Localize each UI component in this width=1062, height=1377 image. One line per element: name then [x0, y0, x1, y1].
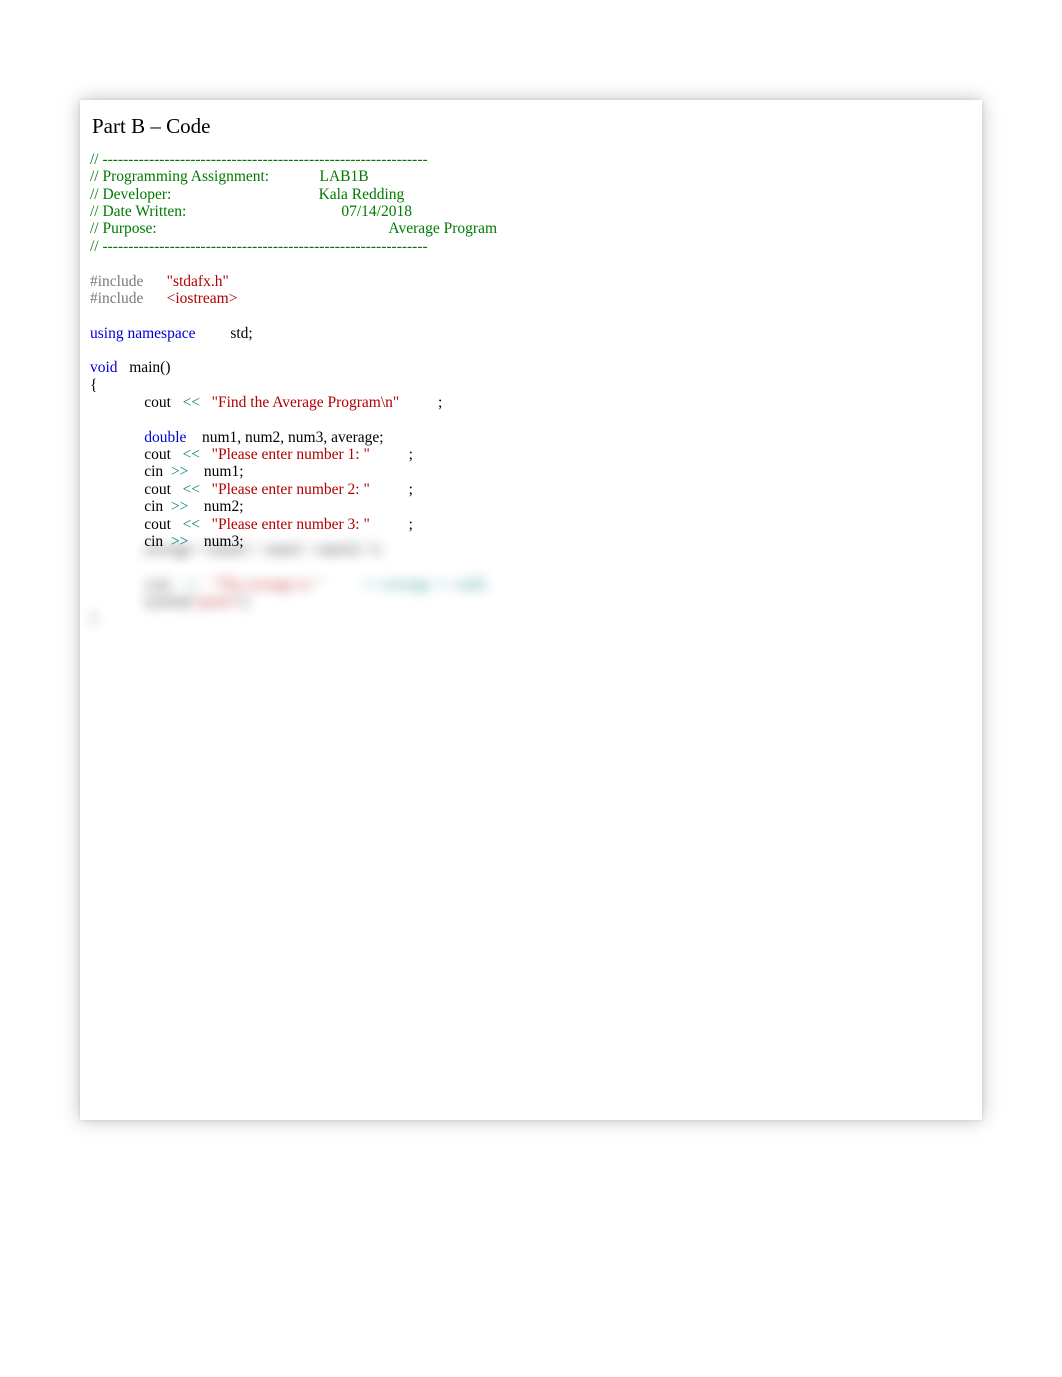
string-title: "Find the Average Program\n" — [212, 394, 400, 411]
comment-date-label: // Date Written: — [90, 203, 186, 220]
ident-num3: num3; — [204, 533, 244, 550]
comment-date-value: 07/14/2018 — [341, 203, 412, 220]
keyword-double: double — [144, 429, 186, 446]
op-lshift-2: << — [183, 446, 200, 463]
semi-1: ; — [438, 394, 442, 411]
open-brace: { — [90, 377, 97, 394]
op-rshift-3: >> — [171, 533, 188, 550]
op-rshift-1: >> — [171, 463, 188, 480]
op-lshift-4: << — [183, 516, 200, 533]
ident-cin-3: cin — [144, 533, 163, 550]
ident-vars: num1, num2, num3, average; — [202, 429, 384, 446]
comment-purpose-label: // Purpose: — [90, 220, 157, 237]
ident-cout-4: cout — [144, 516, 171, 533]
comment-divider-bottom: // -------------------------------------… — [90, 238, 428, 255]
op-lshift-3: << — [183, 481, 200, 498]
op-lshift-1: << — [183, 394, 200, 411]
ident-cout-2: cout — [144, 446, 171, 463]
ident-main: main() — [129, 359, 170, 376]
ident-cout-3: cout — [144, 481, 171, 498]
include-stdafx: "stdafx.h" — [167, 273, 229, 290]
comment-purpose-value: Average Program — [388, 220, 497, 237]
keyword-using: using — [90, 325, 124, 342]
blurred-code-region: average = (num1 + num2 + num3) / 3; cout… — [90, 541, 972, 628]
ident-std: std; — [230, 325, 252, 342]
semi-3: ; — [409, 481, 413, 498]
ident-num2: num2; — [204, 498, 244, 515]
keyword-namespace: namespace — [127, 325, 195, 342]
keyword-void: void — [90, 359, 118, 376]
string-prompt-3: "Please enter number 3: " — [212, 516, 370, 533]
comment-developer-value: Kala Redding — [319, 186, 405, 203]
comment-divider-top: // -------------------------------------… — [90, 151, 428, 168]
include-iostream: <iostream> — [167, 290, 238, 307]
comment-assignment-label: // Programming Assignment: — [90, 168, 269, 185]
ident-cin-1: cin — [144, 463, 163, 480]
document-page: Part B – Code // -----------------------… — [80, 100, 982, 1120]
string-prompt-1: "Please enter number 1: " — [212, 446, 370, 463]
comment-assignment-value: LAB1B — [320, 168, 369, 185]
semi-4: ; — [409, 516, 413, 533]
preproc-include-1: #include — [90, 273, 143, 290]
ident-cout-1: cout — [144, 394, 171, 411]
string-prompt-2: "Please enter number 2: " — [212, 481, 370, 498]
comment-developer-label: // Developer: — [90, 186, 171, 203]
section-heading: Part B – Code — [90, 114, 972, 139]
op-rshift-2: >> — [171, 498, 188, 515]
semi-2: ; — [409, 446, 413, 463]
ident-cin-2: cin — [144, 498, 163, 515]
ident-num1: num1; — [204, 463, 244, 480]
preproc-include-2: #include — [90, 290, 143, 307]
code-block: // -------------------------------------… — [90, 151, 972, 550]
